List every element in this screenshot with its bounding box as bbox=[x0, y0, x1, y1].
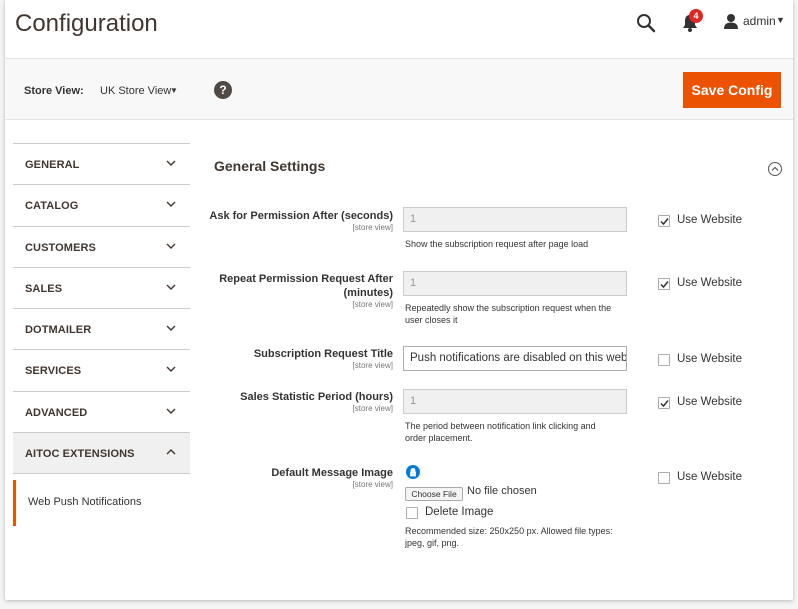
sidebar-item-label: AITOC EXTENSIONS bbox=[25, 448, 135, 461]
file-status: No file chosen bbox=[467, 485, 537, 497]
caret-down-icon[interactable]: ▼ bbox=[776, 15, 785, 25]
sidebar-subitem-label: Web Push Notifications bbox=[28, 496, 142, 509]
field-note: order placement. bbox=[405, 433, 473, 443]
sidebar-item-label: SALES bbox=[25, 282, 63, 295]
sidebar-item-customers[interactable]: CUSTOMERS bbox=[13, 227, 190, 268]
page-title: Configuration bbox=[15, 10, 158, 37]
user-menu[interactable]: admin bbox=[743, 14, 776, 28]
collapse-icon[interactable] bbox=[768, 162, 782, 176]
sales-period-input[interactable]: 1 bbox=[403, 389, 627, 414]
sidebar-item-label: SERVICES bbox=[25, 365, 82, 378]
sidebar-item-aitoc-extensions[interactable]: AITOC EXTENSIONS bbox=[13, 433, 190, 475]
sidebar-item-dotmailer[interactable]: DOTMAILER bbox=[13, 309, 190, 351]
use-website-label[interactable]: Use Website bbox=[677, 353, 742, 365]
search-icon[interactable] bbox=[635, 12, 657, 34]
use-website-label[interactable]: Use Website bbox=[677, 277, 742, 289]
check-icon bbox=[660, 218, 669, 226]
field-scope: [store view] bbox=[352, 404, 393, 413]
choose-file-button[interactable]: Choose File bbox=[405, 487, 463, 501]
use-website-label[interactable]: Use Website bbox=[677, 214, 742, 226]
user-icon[interactable] bbox=[723, 13, 739, 29]
store-view-label: Store View: bbox=[24, 85, 84, 97]
sidebar-item-sales[interactable]: SALES bbox=[13, 268, 190, 310]
check-icon bbox=[660, 281, 669, 289]
sidebar-item-label: DOTMAILER bbox=[25, 324, 92, 337]
sidebar-item-advanced[interactable]: ADVANCED bbox=[13, 392, 190, 434]
chevron-down-icon bbox=[166, 160, 176, 166]
chevron-down-icon bbox=[166, 366, 176, 373]
delete-image-label[interactable]: Delete Image bbox=[425, 506, 493, 518]
chevron-down-icon bbox=[166, 325, 176, 332]
chevron-up-icon bbox=[166, 449, 176, 455]
sidebar-item-label: CATALOG bbox=[25, 200, 79, 213]
field-scope: [store view] bbox=[352, 361, 393, 370]
store-view-bar: Store View: UK Store View ▼ ? Save Confi… bbox=[5, 58, 793, 120]
admin-page: Configuration 4 admin ▼ Store View: UK S… bbox=[5, 0, 793, 600]
chevron-down-icon bbox=[166, 243, 176, 249]
field-scope: [store view] bbox=[352, 223, 393, 232]
field-scope: [store view] bbox=[352, 480, 393, 489]
sidebar-item-catalog[interactable]: CATALOG bbox=[13, 185, 190, 227]
config-sidebar: GENERAL CATALOG CUSTOMERS SALES DOTMAILE… bbox=[13, 143, 190, 527]
field-label: Ask for Permission After (seconds) bbox=[209, 210, 393, 222]
aitoc-submenu: Web Push Notifications bbox=[13, 474, 190, 527]
field-note: user closes it bbox=[405, 315, 458, 325]
field-note: Repeatedly show the subscription request… bbox=[405, 303, 612, 313]
caret-down-icon[interactable]: ▼ bbox=[170, 86, 178, 95]
use-website-checkbox[interactable] bbox=[658, 354, 670, 366]
chevron-down-icon bbox=[166, 201, 176, 208]
help-icon[interactable]: ? bbox=[214, 81, 232, 99]
field-scope: [store view] bbox=[352, 300, 393, 309]
ask-permission-input[interactable]: 1 bbox=[403, 207, 627, 232]
use-website-checkbox[interactable] bbox=[658, 472, 670, 484]
check-icon bbox=[660, 400, 669, 408]
field-note: The period between notification link cli… bbox=[405, 421, 596, 431]
sidebar-item-label: ADVANCED bbox=[25, 406, 88, 419]
use-website-checkbox[interactable] bbox=[658, 397, 670, 409]
subscription-title-input[interactable]: Push notifications are disabled on this … bbox=[403, 346, 627, 371]
field-label: Repeat Permission Request After bbox=[219, 273, 393, 285]
use-website-checkbox[interactable] bbox=[658, 278, 670, 290]
sidebar-item-label: GENERAL bbox=[25, 159, 80, 171]
use-website-label[interactable]: Use Website bbox=[677, 396, 742, 408]
field-label: Sales Statistic Period (hours) bbox=[240, 391, 393, 403]
chevron-down-icon bbox=[166, 408, 176, 414]
repeat-permission-input[interactable]: 1 bbox=[403, 271, 627, 296]
use-website-label[interactable]: Use Website bbox=[677, 471, 742, 483]
store-view-switcher[interactable]: UK Store View bbox=[100, 85, 171, 97]
field-note: jpeg, gif, png. bbox=[405, 538, 460, 548]
use-website-checkbox[interactable] bbox=[658, 215, 670, 227]
chevron-down-icon bbox=[166, 284, 176, 290]
field-label: (minutes) bbox=[343, 287, 394, 299]
notification-badge[interactable]: 4 bbox=[689, 9, 703, 23]
sidebar-subitem-web-push[interactable]: Web Push Notifications bbox=[13, 480, 190, 527]
field-label: Default Message Image bbox=[271, 467, 393, 479]
sidebar-item-general[interactable]: GENERAL bbox=[13, 144, 190, 186]
field-label: Subscription Request Title bbox=[253, 348, 393, 360]
section-title: General Settings bbox=[214, 158, 326, 174]
save-config-button[interactable]: Save Config bbox=[683, 72, 781, 108]
delete-image-checkbox[interactable] bbox=[406, 507, 418, 519]
sidebar-item-label: CUSTOMERS bbox=[25, 241, 96, 254]
field-note: Recommended size: 250x250 px. Allowed fi… bbox=[405, 526, 613, 536]
sidebar-item-services[interactable]: SERVICES bbox=[13, 350, 190, 392]
field-note: Show the subscription request after page… bbox=[405, 239, 589, 249]
upload-icon bbox=[406, 465, 420, 479]
